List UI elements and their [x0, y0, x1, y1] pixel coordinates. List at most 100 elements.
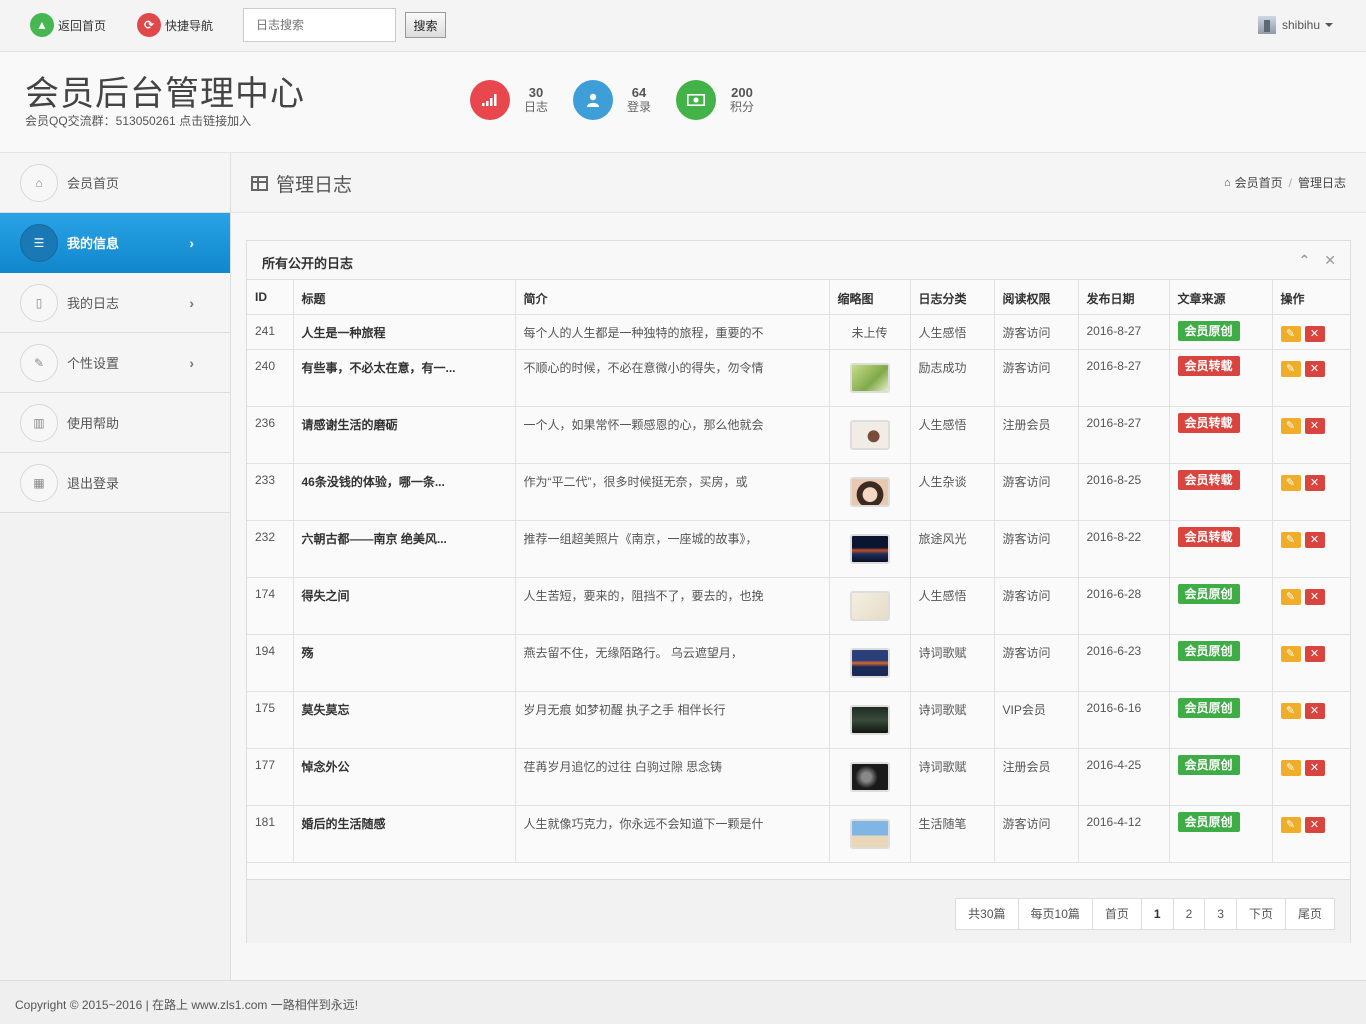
row-id: 181 [247, 805, 294, 863]
thumbnail-image[interactable] [849, 647, 890, 678]
edit-pencil-icon[interactable]: ✎ [1280, 417, 1301, 434]
row-actions: ✎ ✕ [1272, 691, 1350, 749]
table-row: 232 六朝古都——南京 绝美风... 推荐一组超美照片《南京，一座城的故事》， 旅途… [247, 520, 1350, 578]
sidebar-item-settings[interactable]: ✎ 个性设置 › [0, 333, 230, 393]
delete-x-icon[interactable]: ✕ [1304, 816, 1325, 833]
row-title[interactable]: 46条没钱的体验，哪一条... [293, 463, 516, 521]
edit-pencil-icon[interactable]: ✎ [1280, 759, 1301, 776]
row-title[interactable]: 莫失莫忘 [293, 691, 516, 749]
close-icon[interactable]: ✕ [1324, 252, 1336, 269]
delete-x-icon[interactable]: ✕ [1304, 702, 1325, 719]
pagination-page-2[interactable]: 2 [1172, 898, 1206, 930]
user-menu[interactable]: shibihu [1258, 16, 1334, 34]
table-row: 233 46条没钱的体验，哪一条... 作为“平二代”，很多时候挺无奈，买房，或 人生… [247, 463, 1350, 521]
thumbnail-image[interactable] [849, 419, 890, 450]
thumbnail-image[interactable] [849, 818, 890, 849]
thumbnail-image[interactable] [849, 533, 890, 564]
thumbnail-cell [829, 406, 911, 464]
edit-pencil-icon[interactable]: ✎ [1280, 325, 1301, 342]
quick-nav-link[interactable]: ⟳ 快捷导航 [137, 12, 213, 38]
row-date: 2016-8-22 [1078, 520, 1170, 578]
thumbnail-image[interactable] [849, 476, 890, 507]
row-title[interactable]: 请感谢生活的磨砺 [293, 406, 516, 464]
row-id: 236 [247, 406, 294, 464]
sidebar-item-logout[interactable]: ▦ 退出登录 [0, 453, 230, 513]
pagination-next[interactable]: 下页 [1235, 898, 1286, 930]
sidebar-item-my-info[interactable]: ☰ 我的信息 › [0, 213, 230, 273]
breadcrumb-home[interactable]: 会员首页 [1235, 174, 1283, 191]
thumbnail-image[interactable] [849, 704, 890, 735]
row-title[interactable]: 人生是一种旅程 [293, 314, 516, 350]
column-header: 简介 [515, 280, 830, 315]
edit-pencil-icon[interactable]: ✎ [1280, 702, 1301, 719]
pagination-page-3[interactable]: 3 [1204, 898, 1237, 930]
breadcrumb-current: 管理日志 [1297, 176, 1346, 190]
delete-x-icon[interactable]: ✕ [1304, 417, 1325, 434]
row-intro: 人生就像巧克力，你永远不会知道下一颗是什 [515, 805, 830, 863]
search-button[interactable]: 搜索 [405, 12, 446, 38]
row-title[interactable]: 婚后的生活随感 [293, 805, 516, 863]
sidebar-item-label: 退出登录 [67, 476, 120, 491]
row-date: 2016-8-25 [1078, 463, 1170, 521]
sidebar-item-help[interactable]: ▥ 使用帮助 [0, 393, 230, 453]
row-access: 游客访问 [994, 634, 1079, 692]
delete-x-icon[interactable]: ✕ [1304, 325, 1325, 342]
row-id: 175 [247, 691, 294, 749]
row-actions: ✎ ✕ [1272, 577, 1350, 635]
edit-pencil-icon[interactable]: ✎ [1280, 531, 1301, 548]
row-category: 人生感悟 [910, 577, 995, 635]
delete-x-icon[interactable]: ✕ [1304, 588, 1325, 605]
thumbnail-image[interactable] [849, 362, 890, 393]
source-badge: 会员转载 [1177, 526, 1240, 547]
delete-x-icon[interactable]: ✕ [1304, 474, 1325, 491]
delete-x-icon[interactable]: ✕ [1304, 645, 1325, 662]
row-access: 游客访问 [994, 520, 1079, 578]
pagination-page-1[interactable]: 1 [1140, 898, 1174, 930]
pagination-per-page: 每页10篇 [1017, 898, 1093, 930]
row-source: 会员转载 [1169, 349, 1273, 407]
row-title[interactable]: 殇 [293, 634, 516, 692]
edit-pencil-icon[interactable]: ✎ [1280, 474, 1301, 491]
stat-logins-num: 64 [631, 85, 647, 100]
row-intro: 推荐一组超美照片《南京，一座城的故事》， [515, 520, 830, 578]
thumbnail-image[interactable] [849, 590, 890, 621]
table-row: 241 人生是一种旅程 每个人的人生都是一种独特的旅程，重要的不 未上传 人生感悟 游客访… [247, 314, 1350, 350]
row-title[interactable]: 有些事，不必太在意，有一... [293, 349, 516, 407]
row-intro: 荏苒岁月追忆的过往 白驹过隙 思念铸 [515, 748, 830, 806]
table-row: 181 婚后的生活随感 人生就像巧克力，你永远不会知道下一颗是什 生活随笔 游客访问 20… [247, 805, 1350, 863]
row-title[interactable]: 得失之间 [293, 577, 516, 635]
site-header: 会员后台管理中心 会员QQ交流群：513050261 点击链接加入 30 日志 6… [0, 52, 1366, 153]
sidebar-item-member-home[interactable]: ⌂ 会员首页 [0, 153, 230, 213]
collapse-icon[interactable]: ⌃ [1299, 252, 1311, 269]
table-row: 194 殇燕去留不住，无缘陌路行。 乌云遮望月， 诗词歌赋 游客访问 2016-6-23… [247, 634, 1350, 692]
qq-group-link[interactable]: 会员QQ交流群：513050261 点击链接加入 [25, 112, 251, 129]
pagination-first[interactable]: 首页 [1091, 898, 1142, 930]
pagination-total: 共30篇 [955, 898, 1019, 930]
pagination-last[interactable]: 尾页 [1284, 898, 1335, 930]
delete-x-icon[interactable]: ✕ [1304, 759, 1325, 776]
row-actions: ✎ ✕ [1272, 520, 1350, 578]
delete-x-icon[interactable]: ✕ [1304, 531, 1325, 548]
table-header-row: ID 标题 简介 缩略图 日志分类 阅读权限 发布日期 文章来源 操作 [247, 280, 1350, 315]
edit-pencil-icon[interactable]: ✎ [1280, 588, 1301, 605]
row-category: 诗词歌赋 [910, 691, 995, 749]
row-source: 会员原创 [1169, 577, 1273, 635]
home-link[interactable]: ▲ 返回首页 [30, 12, 106, 38]
row-title[interactable]: 悼念外公 [293, 748, 516, 806]
thumbnail-image[interactable] [849, 761, 890, 792]
site-title: 会员后台管理中心 [25, 75, 305, 113]
row-date: 2016-6-28 [1078, 577, 1170, 635]
row-date: 2016-4-12 [1078, 805, 1170, 863]
table-row: 177 悼念外公 荏苒岁月追忆的过往 白驹过隙 思念铸 诗词歌赋 注册会员 2016-4-… [247, 748, 1350, 806]
search-input[interactable] [243, 8, 396, 42]
edit-pencil-icon[interactable]: ✎ [1280, 645, 1301, 662]
row-date: 2016-8-27 [1078, 349, 1170, 407]
row-title[interactable]: 六朝古都——南京 绝美风... [293, 520, 516, 578]
stat-posts: 30 日志 [470, 80, 548, 120]
delete-x-icon[interactable]: ✕ [1304, 360, 1325, 377]
edit-pencil-icon[interactable]: ✎ [1280, 816, 1301, 833]
sidebar-item-my-logs[interactable]: ▯ 我的日志 › [0, 273, 230, 333]
table-row: 240 有些事，不必太在意，有一... 不顺心的时候，不必在意微小的得失，勿令情 励志… [247, 349, 1350, 407]
edit-pencil-icon[interactable]: ✎ [1280, 360, 1301, 377]
row-intro: 岁月无痕 如梦初醒 执子之手 相伴长行 [515, 691, 830, 749]
